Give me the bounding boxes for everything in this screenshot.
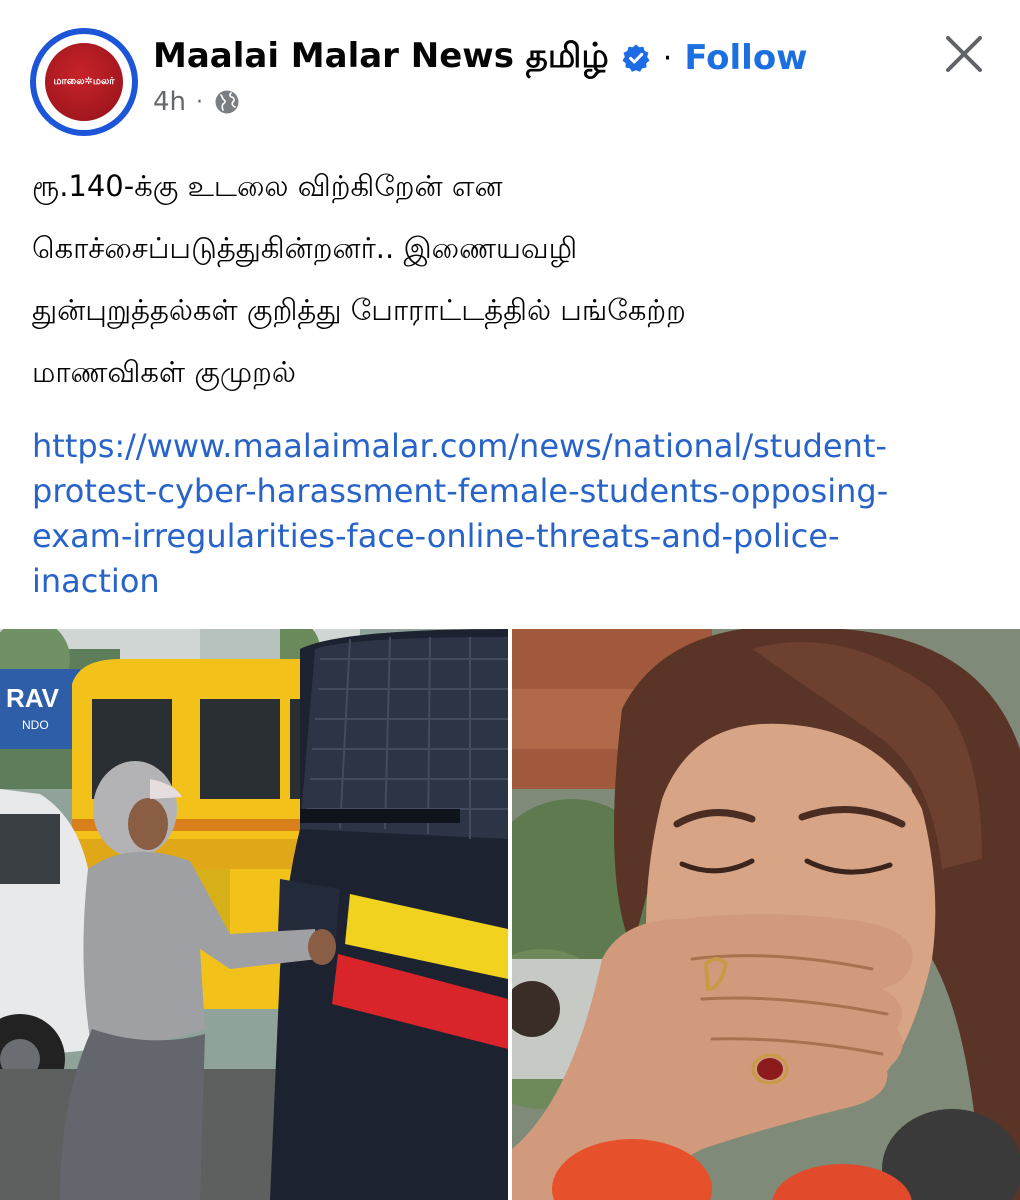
globe-icon[interactable] [213, 88, 241, 116]
maalai-malar-logo: மாலை✲மலர் [45, 43, 123, 121]
follow-button[interactable]: Follow [684, 38, 807, 78]
link-line[interactable]: https://www.maalaimalar.com/news/nationa… [32, 424, 997, 469]
bus-sign-text-2: NDO [22, 718, 49, 732]
crying-student-photo[interactable] [512, 629, 1020, 1200]
facebook-post: மாலை✲மலர் Maalai Malar News தமிழ் · Foll… [0, 0, 1020, 1200]
article-link[interactable]: https://www.maalaimalar.com/news/nationa… [32, 424, 997, 604]
page-avatar[interactable]: மாலை✲மலர் [30, 28, 138, 136]
post-caption: ரூ.140-க்கு உடலை விற்கிறேன் என கொச்சைப்ப… [32, 155, 992, 403]
caption-line: மாணவிகள் குமுறல் [32, 355, 296, 389]
avatar-ring: மாலை✲மலர் [36, 34, 132, 130]
crying-student-illustration [512, 629, 1020, 1200]
caption-line: துன்புறுத்தல்கள் குறித்து போராட்டத்தில் … [32, 293, 686, 327]
link-line[interactable]: inaction [32, 559, 997, 604]
logo-text: மாலை✲மலர் [53, 76, 115, 87]
meta-dot: · [196, 89, 204, 115]
post-meta: 4h · [153, 84, 241, 120]
close-icon[interactable] [943, 33, 985, 75]
post-image-grid[interactable]: RAV NDO [0, 629, 1020, 1200]
protest-photo-illustration: RAV NDO [0, 629, 508, 1200]
protest-photo[interactable]: RAV NDO [0, 629, 508, 1200]
bus-sign-text: RAV [6, 683, 60, 713]
post-time[interactable]: 4h [153, 87, 186, 117]
header-name-row: Maalai Malar News தமிழ் · Follow [153, 33, 808, 83]
caption-line: ரூ.140-க்கு உடலை விற்கிறேன் என [32, 169, 503, 203]
caption-line: கொச்சைப்படுத்துகின்றனர்.. இணையவழி [32, 231, 578, 265]
verified-badge-icon [622, 44, 650, 72]
link-line[interactable]: exam-irregularities-face-online-threats-… [32, 514, 997, 559]
page-name[interactable]: Maalai Malar News தமிழ் [153, 36, 609, 80]
link-line[interactable]: protest-cyber-harassment-female-students… [32, 469, 997, 514]
separator-dot: · [662, 40, 673, 76]
